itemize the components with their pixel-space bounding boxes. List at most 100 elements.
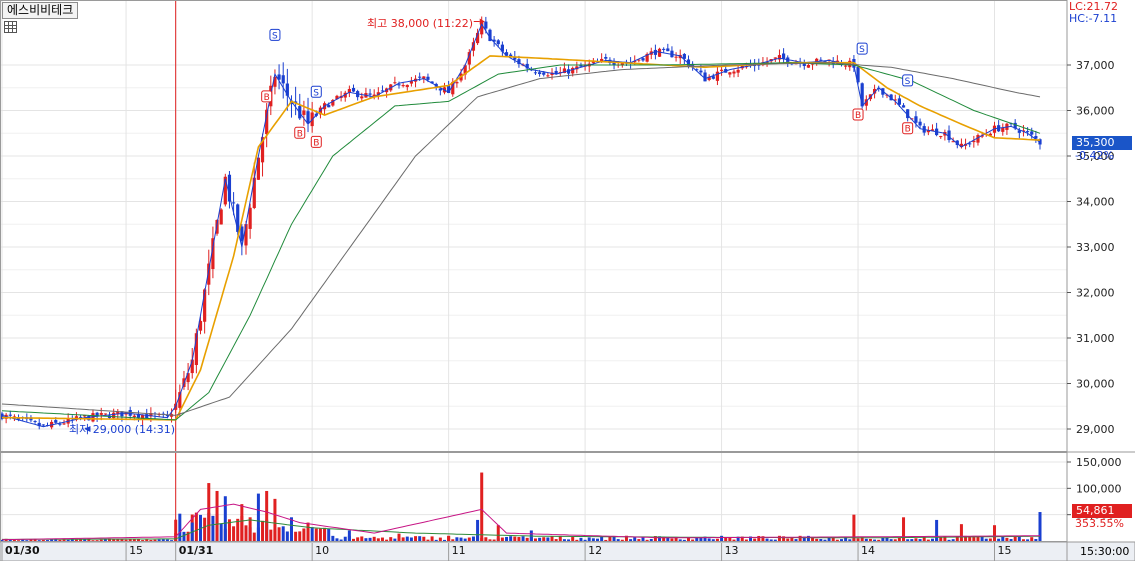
- volume-tick-label: 100,000: [1076, 482, 1122, 495]
- volume-spike-bar: [959, 524, 963, 541]
- volume-bar: [277, 527, 281, 541]
- volume-bar: [972, 537, 976, 541]
- candle-body: [426, 76, 430, 80]
- volume-spike-bar: [935, 519, 939, 541]
- volume-bar: [170, 540, 174, 541]
- volume-bar: [285, 531, 289, 541]
- volume-bar: [360, 536, 364, 541]
- grid-toggle-icon[interactable]: [4, 21, 17, 33]
- time-tick-label: 12: [588, 544, 602, 557]
- candle-body: [674, 56, 678, 58]
- volume-bar: [302, 528, 306, 541]
- volume-bar: [372, 536, 376, 541]
- candle-body: [145, 414, 149, 419]
- volume-bar: [91, 540, 95, 541]
- price-tick-label: 31,000: [1076, 332, 1115, 345]
- volume-bar: [579, 537, 583, 541]
- volume-bar: [819, 539, 823, 541]
- volume-bar: [389, 537, 393, 541]
- volume-bar: [848, 539, 852, 541]
- candle-body: [8, 414, 12, 416]
- volume-bar: [318, 528, 322, 541]
- volume-bar: [41, 539, 45, 541]
- volume-bar: [219, 523, 223, 541]
- volume-bar: [244, 525, 248, 541]
- end-time-label: 15:30:00: [1080, 545, 1130, 558]
- candle-body: [132, 415, 136, 418]
- volume-bar: [823, 539, 827, 541]
- buy-signal-badge: B: [294, 126, 306, 139]
- candle-body: [41, 424, 45, 426]
- candle-body: [112, 412, 116, 419]
- candle-body: [715, 71, 720, 81]
- volume-bar: [203, 517, 207, 541]
- signal-badge-letter: S: [905, 77, 911, 87]
- volume-bar: [343, 536, 347, 541]
- volume-bar: [261, 520, 265, 541]
- volume-bar: [422, 536, 426, 541]
- candle-body: [546, 75, 550, 77]
- time-tick-label: 01/30: [5, 544, 40, 557]
- buy-signal-badge: B: [852, 108, 864, 121]
- volume-bar: [864, 538, 868, 541]
- candle-body: [901, 105, 906, 108]
- volume-bar: [141, 540, 145, 541]
- signal-badge-letter: B: [297, 129, 303, 139]
- volume-bar: [744, 539, 748, 541]
- volume-bar: [951, 539, 955, 541]
- volume-spike-bar: [256, 493, 260, 541]
- volume-bar: [430, 536, 434, 541]
- volume-bar: [385, 539, 389, 541]
- candle-body: [806, 64, 811, 68]
- volume-bar: [587, 537, 591, 541]
- volume-bar: [161, 539, 165, 541]
- volume-bar: [674, 537, 678, 541]
- volume-bar: [918, 539, 922, 541]
- candle-body: [711, 76, 715, 79]
- candle-body: [571, 67, 575, 74]
- price-tick-label: 29,000: [1076, 423, 1115, 436]
- candle-body: [244, 224, 248, 246]
- volume-spike-bar: [447, 535, 451, 541]
- candle-body: [248, 207, 252, 229]
- volume-bar: [505, 536, 509, 541]
- volume-bar: [252, 532, 256, 541]
- volume-bar: [298, 531, 302, 541]
- volume-bar: [893, 539, 897, 541]
- candle-body: [455, 82, 459, 84]
- volume-bar: [335, 538, 339, 541]
- volume-bar: [786, 538, 790, 541]
- volume-bar: [757, 535, 761, 541]
- volume-bar: [546, 537, 550, 541]
- candle-body: [1025, 131, 1030, 133]
- volume-bar: [562, 539, 566, 541]
- volume-bar: [997, 538, 1001, 541]
- volume-bar: [914, 538, 918, 541]
- candle-body: [54, 420, 58, 423]
- volume-bar: [157, 539, 161, 541]
- volume-bar: [165, 539, 169, 541]
- candle-body: [736, 69, 740, 73]
- candle-body: [732, 71, 736, 74]
- volume-bar: [567, 539, 571, 541]
- volume-bar: [856, 538, 860, 541]
- volume-bar: [873, 539, 877, 541]
- volume-bar: [58, 539, 62, 541]
- volume-bar: [327, 528, 331, 541]
- sell-signal-badge: S: [310, 85, 322, 98]
- volume-bar: [368, 537, 372, 541]
- current-price-tag: 35,300: [1072, 136, 1132, 150]
- candle-body: [1001, 127, 1005, 132]
- volume-bar: [1030, 537, 1034, 541]
- stock-name-box[interactable]: 에스비비테크: [2, 2, 79, 19]
- price-tick-label: 36,000: [1076, 105, 1115, 118]
- volume-spike-bar: [240, 504, 244, 541]
- volume-bar: [459, 537, 463, 541]
- volume-bar: [414, 536, 418, 541]
- volume-bar: [1026, 539, 1030, 541]
- volume-bar: [1001, 536, 1005, 541]
- volume-bar: [492, 539, 496, 541]
- volume-bar: [815, 538, 819, 541]
- candle-body: [604, 57, 608, 59]
- volume-bar: [906, 539, 910, 541]
